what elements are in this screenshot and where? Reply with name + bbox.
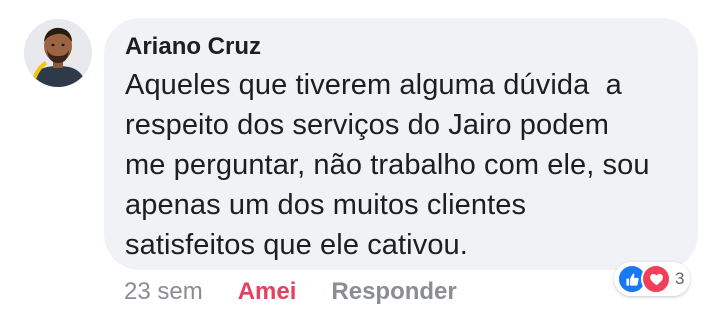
reply-button[interactable]: Responder <box>331 278 456 306</box>
comment-author[interactable]: Ariano Cruz <box>125 32 678 62</box>
love-reaction-button[interactable]: Amei <box>238 278 297 306</box>
reaction-count: 3 <box>675 269 685 288</box>
avatar[interactable] <box>24 19 92 87</box>
comment-text: Aqueles que tiverem alguma dúvida a resp… <box>125 69 650 261</box>
comment-actions: 23 sem Amei Responder <box>124 277 457 307</box>
reaction-summary[interactable]: 3 <box>614 262 691 296</box>
comment-bubble: Ariano Cruz Aqueles que tiverem alguma d… <box>104 18 698 270</box>
comment-timestamp[interactable]: 23 sem <box>124 278 203 306</box>
heart-icon <box>641 264 671 294</box>
avatar-photo <box>24 19 92 87</box>
